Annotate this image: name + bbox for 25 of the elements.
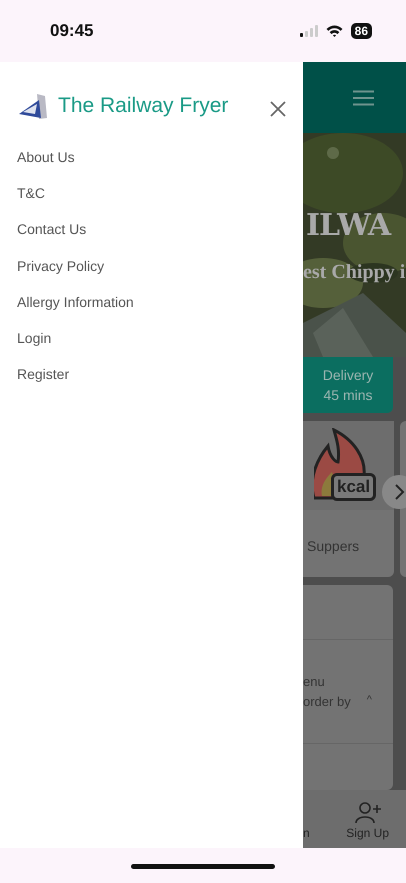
add-user-icon xyxy=(354,802,382,824)
brand-name: The Railway Fryer xyxy=(58,93,230,120)
category-card[interactable]: kcal Suppers xyxy=(303,421,394,577)
hero-title: ILWA xyxy=(306,207,390,245)
signal-icon xyxy=(300,25,318,37)
menu-link[interactable]: About Us xyxy=(0,139,303,176)
menu-link[interactable]: Privacy Policy xyxy=(0,248,303,284)
menu-text: order by xyxy=(303,692,351,711)
menu-icon[interactable] xyxy=(353,90,374,106)
logo-icon xyxy=(17,92,50,120)
clock: 09:45 xyxy=(50,20,94,42)
menu-link[interactable]: Allergy Information xyxy=(0,284,303,320)
menu-text: enu xyxy=(303,672,326,690)
menu-link[interactable]: T&C xyxy=(0,175,303,212)
kcal-label: kcal xyxy=(331,473,376,501)
menu-link[interactable]: Login xyxy=(0,320,303,356)
delivery-time: 45 mins xyxy=(323,386,373,405)
chevron-right-icon xyxy=(393,484,405,500)
delivery-label: Delivery xyxy=(322,366,374,385)
battery-indicator: 86 xyxy=(350,23,372,39)
wifi-icon xyxy=(326,25,343,37)
hero-subtitle: est Chippy i xyxy=(303,260,406,285)
menu-link[interactable]: Register xyxy=(0,356,303,392)
menu-link[interactable]: Contact Us xyxy=(0,211,303,248)
category-label: Suppers xyxy=(306,537,360,556)
